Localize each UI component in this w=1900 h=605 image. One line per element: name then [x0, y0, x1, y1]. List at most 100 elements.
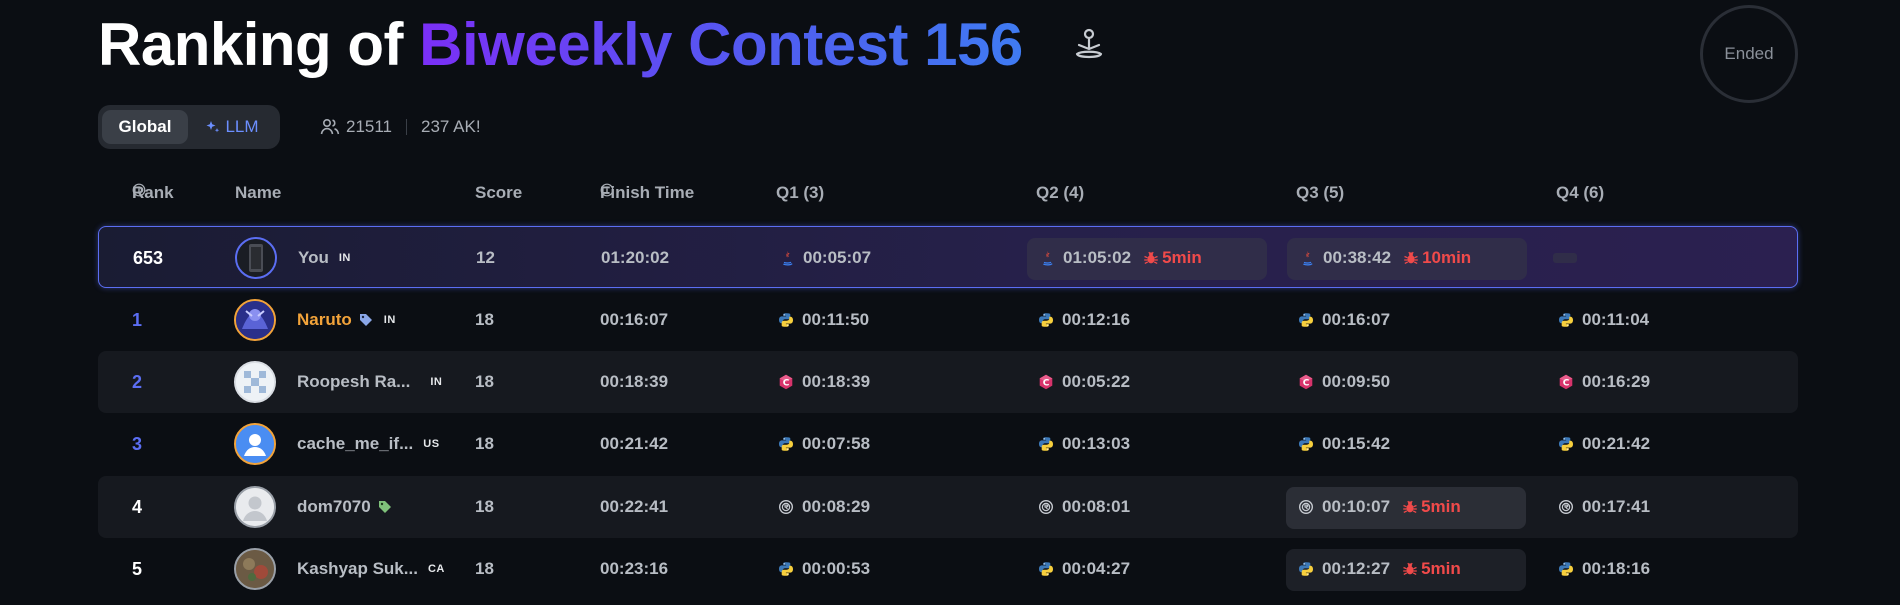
python-icon [778, 561, 794, 577]
badge-tag-icon [359, 314, 372, 326]
q2-column-header: Q2 (4) [1036, 183, 1085, 202]
q3-cell[interactable]: 00:09:50 [1298, 351, 1390, 413]
rank-cell: 3 [132, 433, 143, 454]
contest-stats: 21511 237 AK! [320, 112, 481, 142]
python-icon [1038, 312, 1054, 328]
country-flag: IN [383, 314, 396, 326]
q1-cell[interactable]: 00:08:29 [778, 476, 870, 538]
q3-cell[interactable]: 00:38:42 10min [1299, 227, 1471, 289]
sparkle-icon [206, 121, 220, 133]
rust-icon [1038, 499, 1054, 515]
page-header: Ranking of Biweekly Contest 156 [98, 8, 1109, 80]
avatar[interactable] [234, 299, 276, 341]
score-column-header: Score [475, 183, 523, 202]
score-cell: 18 [475, 310, 494, 329]
bug-icon [1403, 250, 1419, 266]
q2-cell[interactable]: 00:05:22 [1038, 351, 1130, 413]
q3-cell[interactable]: 00:10:07 5min [1298, 476, 1461, 538]
q2-cell[interactable]: 00:13:03 [1038, 413, 1130, 475]
python-icon [778, 312, 794, 328]
python-icon [1558, 436, 1574, 452]
python-icon [1558, 312, 1574, 328]
participant-count: 21511 [346, 117, 393, 136]
meditation-icon[interactable] [1069, 24, 1109, 64]
ranking-table-header: Rank Name Score Finish Time Q1 (3) Q2 (4… [98, 183, 1798, 209]
finish-time-column-header: Finish Time [600, 183, 695, 202]
stats-divider [406, 119, 408, 135]
q1-cell[interactable]: 00:11:50 [778, 289, 869, 351]
user-name[interactable]: Kashyap Suk... CA [297, 538, 445, 600]
q4-cell[interactable]: 00:17:41 [1558, 476, 1650, 538]
q4-placeholder [1553, 253, 1577, 263]
q4-cell[interactable]: 00:21:42 [1558, 413, 1650, 475]
q4-cell[interactable]: 00:18:16 [1558, 538, 1650, 600]
score-cell: 18 [475, 372, 494, 391]
avatar[interactable] [235, 237, 277, 279]
country-flag: IN [430, 376, 443, 388]
rank-cell: 2 [132, 371, 143, 392]
title-prefix: Ranking of [98, 10, 420, 78]
q2-cell[interactable]: 00:08:01 [1038, 476, 1130, 538]
python-icon [1298, 561, 1314, 577]
python-icon [1038, 436, 1054, 452]
table-row[interactable]: 4 dom7070 18 00:22:41 00:08:29 00:08:01 … [98, 476, 1798, 538]
finish-time-cell: 00:22:41 [600, 497, 669, 516]
python-icon [1558, 561, 1574, 577]
q2-cell[interactable]: 01:05:02 5min [1039, 227, 1202, 289]
avatar[interactable] [234, 361, 276, 403]
q1-cell[interactable]: 00:00:53 [778, 538, 870, 600]
global-toggle-button[interactable]: Global [102, 110, 188, 144]
table-row-you[interactable]: 653 You IN 12 01:20:02 00:05:07 01:05:02 5… [98, 226, 1798, 288]
user-name[interactable]: Roopesh Ra... IN [297, 351, 442, 413]
user-name[interactable]: Naruto IN [297, 289, 396, 351]
table-row[interactable]: 1 Naruto IN 18 00:16:07 00:11:50 00:12:1… [98, 289, 1798, 351]
penalty-badge: 5min [1402, 559, 1461, 579]
score-cell: 18 [475, 497, 494, 516]
python-icon [1298, 436, 1314, 452]
user-name[interactable]: cache_me_if... US [297, 413, 440, 475]
cpp-icon [778, 374, 794, 390]
rust-icon [778, 499, 794, 515]
ranking-mode-toggle: Global LLM [98, 105, 280, 149]
finish-time-cell: 00:18:39 [600, 372, 669, 391]
q3-column-header: Q3 (5) [1296, 183, 1345, 202]
java-icon [1039, 250, 1055, 266]
q4-cell[interactable]: 00:16:29 [1558, 351, 1650, 413]
q1-cell[interactable]: 00:05:07 [779, 227, 871, 289]
q2-cell[interactable]: 00:12:16 [1038, 289, 1130, 351]
q1-cell[interactable]: 00:18:39 [778, 351, 870, 413]
user-name[interactable]: You IN [298, 227, 351, 289]
q4-cell[interactable]: 00:11:04 [1558, 289, 1649, 351]
avatar[interactable] [234, 486, 276, 528]
table-row[interactable]: 5 Kashyap Suk... CA 18 00:23:16 00:00:53 … [98, 538, 1798, 600]
user-name[interactable]: dom7070 [297, 476, 393, 538]
penalty-badge: 10min [1403, 248, 1471, 268]
rank-cell: 4 [132, 496, 143, 517]
cpp-icon [1038, 374, 1054, 390]
q3-cell[interactable]: 00:15:42 [1298, 413, 1390, 475]
avatar[interactable] [234, 548, 276, 590]
avatar[interactable] [234, 423, 276, 465]
bug-icon [1402, 561, 1418, 577]
finish-time-cell: 00:21:42 [600, 434, 669, 453]
bug-icon [1402, 499, 1418, 515]
q3-cell[interactable]: 00:12:27 5min [1298, 538, 1461, 600]
table-row[interactable]: 2 Roopesh Ra... IN 18 00:18:39 00:18:39 0… [98, 351, 1798, 413]
finish-time-cell: 00:23:16 [600, 559, 669, 578]
page-title: Ranking of Biweekly Contest 156 [98, 10, 1023, 79]
penalty-badge: 5min [1402, 497, 1461, 517]
q3-cell[interactable]: 00:16:07 [1298, 289, 1390, 351]
score-cell: 18 [475, 434, 494, 453]
rank-cell: 5 [132, 558, 143, 579]
rust-icon [1298, 499, 1314, 515]
java-icon [1299, 250, 1315, 266]
score-cell: 12 [476, 248, 495, 267]
q1-cell[interactable]: 00:07:58 [778, 413, 870, 475]
table-row[interactable]: 3 cache_me_if... US 18 00:21:42 00:07:58 … [98, 413, 1798, 475]
contest-name: Biweekly Contest 156 [419, 10, 1023, 78]
q2-cell[interactable]: 00:04:27 [1038, 538, 1130, 600]
llm-toggle-button[interactable]: LLM [188, 110, 276, 144]
q1-column-header: Q1 (3) [776, 183, 825, 202]
rank-column-header: Rank [132, 183, 174, 202]
contest-status-badge: Ended [1700, 5, 1798, 103]
